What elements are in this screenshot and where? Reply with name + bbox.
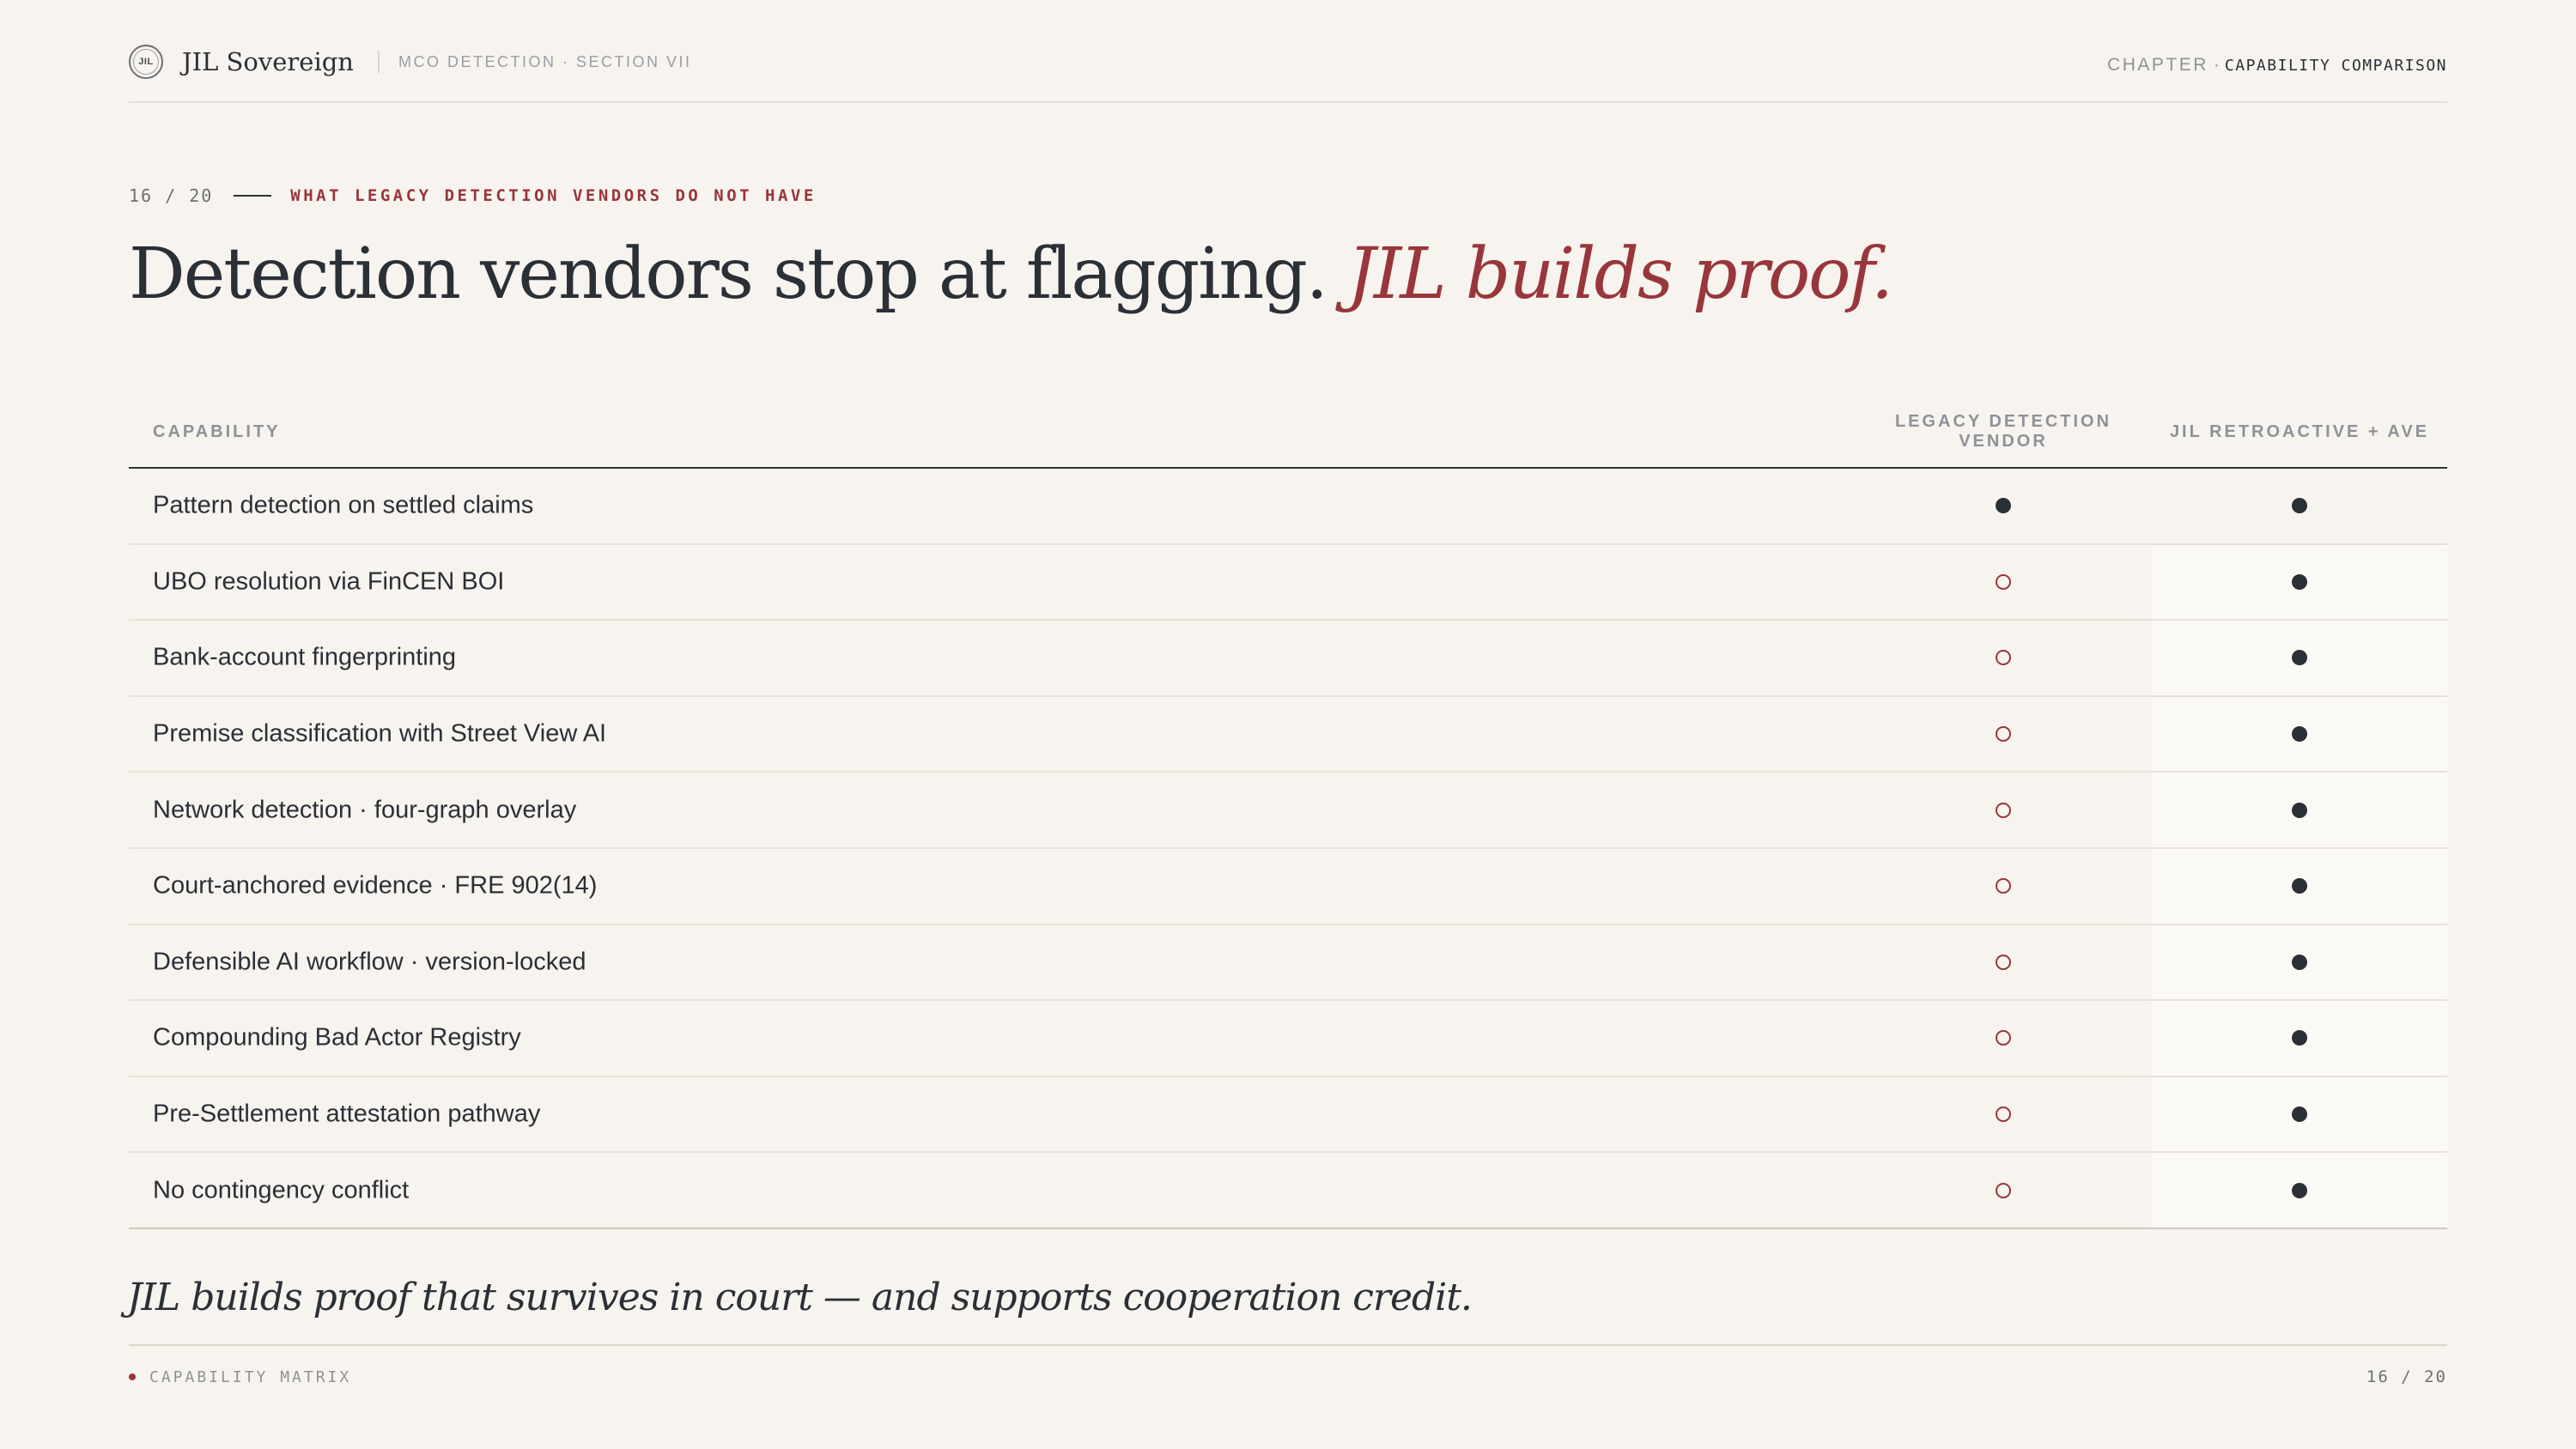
filled-dot-icon [2292, 1182, 2307, 1198]
page-header: JIL JIL Sovereign MCO DETECTION · SECTIO… [129, 45, 2447, 103]
page-title: Detection vendors stop at flagging. JIL … [129, 233, 1893, 315]
kicker-page: 16 / 20 [129, 185, 214, 206]
table-row: Defensible AI workflow · version-locked [129, 925, 2447, 1002]
filled-dot-icon [2292, 573, 2307, 590]
filled-dot-icon [2292, 802, 2307, 818]
logo-seal: JIL [129, 45, 163, 79]
filled-dot-icon [2292, 1106, 2307, 1123]
filled-dot-icon [2292, 650, 2307, 666]
title-accent: JIL builds proof. [1346, 233, 1893, 315]
kicker-text: WHAT LEGACY DETECTION VENDORS DO NOT HAV… [290, 186, 817, 205]
capability-label: Pre-Settlement attestation pathway [153, 1100, 541, 1128]
brand-divider [377, 51, 380, 73]
table-row: Compounding Bad Actor Registry [129, 1001, 2447, 1077]
empty-circle-icon [1996, 726, 2011, 743]
capability-label: Bank-account fingerprinting [153, 643, 457, 671]
filled-dot-icon [2292, 954, 2307, 970]
table-row: No contingency conflict [129, 1153, 2447, 1229]
closing-quote: JIL builds proof that survives in court … [127, 1276, 1473, 1319]
capability-table: CAPABILITY LEGACY DETECTION VENDOR JIL R… [129, 397, 2447, 1229]
empty-circle-icon [1996, 954, 2011, 970]
brand-name: JIL Sovereign [182, 47, 354, 76]
filled-dot-icon [1996, 498, 2011, 514]
kicker-rule [234, 195, 272, 197]
page-footer: CAPABILITY MATRIX 16 / 20 [129, 1344, 2447, 1391]
footer-left: CAPABILITY MATRIX [129, 1368, 351, 1386]
empty-circle-icon [1996, 1182, 2011, 1198]
capability-label: No contingency conflict [153, 1176, 410, 1204]
header-legacy-vendor: LEGACY DETECTION VENDOR [1894, 412, 2112, 451]
table-row: Network detection · four-graph overlay [129, 773, 2447, 849]
capability-label: Premise classification with Street View … [153, 719, 607, 748]
capability-label: Compounding Bad Actor Registry [153, 1023, 521, 1052]
capability-label: Defensible AI workflow · version-locked [153, 948, 586, 976]
footer-bullet [129, 1373, 136, 1380]
chapter-indicator: CHAPTER · CAPABILITY COMPARISON [2107, 55, 2447, 76]
filled-dot-icon [2292, 726, 2307, 743]
table-row: Pre-Settlement attestation pathway [129, 1076, 2447, 1154]
chapter-label: CHAPTER [2107, 55, 2208, 75]
table-row: UBO resolution via FinCEN BOI [129, 544, 2447, 621]
empty-circle-icon [1996, 802, 2011, 818]
footer-label: CAPABILITY MATRIX [149, 1367, 352, 1386]
empty-circle-icon [1996, 878, 2011, 894]
chapter-separator: · [2213, 55, 2220, 75]
brand: JIL JIL Sovereign MCO DETECTION · SECTIO… [129, 45, 692, 79]
filled-dot-icon [2292, 878, 2307, 894]
title-main: Detection vendors stop at flagging. [129, 233, 1328, 315]
filled-dot-icon [2292, 498, 2307, 514]
kicker: 16 / 20 WHAT LEGACY DETECTION VENDORS DO… [129, 185, 817, 206]
section-label: MCO DETECTION · SECTION VII [398, 52, 692, 70]
table-body: Pattern detection on settled claims UBO r… [129, 469, 2447, 1229]
capability-label: Network detection · four-graph overlay [153, 796, 577, 824]
table-row: Bank-account fingerprinting [129, 621, 2447, 697]
header-capability: CAPABILITY [153, 421, 281, 441]
capability-label: Court-anchored evidence · FRE 902(14) [153, 871, 598, 900]
table-row: Premise classification with Street View … [129, 696, 2447, 773]
empty-circle-icon [1996, 650, 2011, 666]
empty-circle-icon [1996, 1106, 2011, 1123]
table-row: Court-anchored evidence · FRE 902(14) [129, 848, 2447, 925]
logo-text: JIL [138, 57, 154, 67]
empty-circle-icon [1996, 1030, 2011, 1046]
capability-label: UBO resolution via FinCEN BOI [153, 567, 505, 596]
header-jil: JIL RETROACTIVE + AVE [2169, 421, 2430, 441]
filled-dot-icon [2292, 1030, 2307, 1046]
table-header: CAPABILITY LEGACY DETECTION VENDOR JIL R… [129, 397, 2447, 469]
empty-circle-icon [1996, 573, 2011, 590]
capability-label: Pattern detection on settled claims [153, 491, 534, 519]
chapter-value: CAPABILITY COMPARISON [2224, 56, 2447, 75]
footer-page-number: 16 / 20 [2366, 1367, 2447, 1386]
table-row: Pattern detection on settled claims [129, 469, 2447, 545]
